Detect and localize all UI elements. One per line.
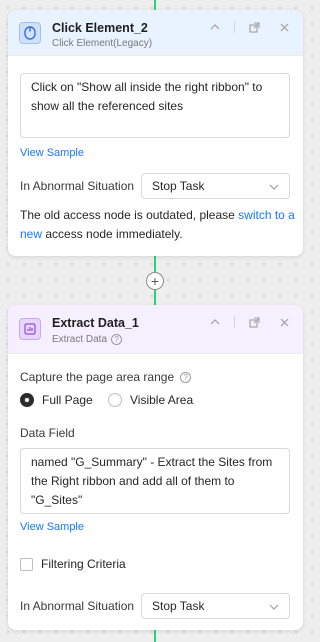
mouse-icon (19, 22, 41, 44)
divider (234, 316, 235, 328)
chevron-down-icon (269, 599, 279, 613)
open-external-icon[interactable] (243, 315, 265, 329)
header-actions (204, 20, 295, 34)
card-header: Extract Data_1 Extract Data ? (8, 305, 303, 354)
help-icon[interactable]: ? (180, 371, 192, 383)
radio-full-page[interactable]: Full Page (20, 393, 93, 407)
close-icon[interactable] (273, 20, 295, 34)
extract-data-card[interactable]: Extract Data_1 Extract Data ? Capture th… (8, 305, 303, 630)
abnormal-situation-label: In Abnormal Situation (20, 179, 135, 193)
header-actions (204, 315, 295, 329)
capture-range-text: Capture the page area range (20, 370, 175, 384)
radio-unselected-icon (108, 393, 122, 407)
node-title: Click Element_2 (52, 21, 148, 35)
abnormal-situation-select[interactable]: Stop Task (141, 593, 290, 619)
divider (234, 21, 235, 33)
click-element-card[interactable]: Click Element_2 Click Element(Legacy) Cl… (8, 10, 303, 256)
filtering-criteria-checkbox[interactable]: Filtering Criteria (20, 557, 126, 571)
abnormal-situation-label: In Abnormal Situation (20, 599, 135, 613)
help-icon[interactable]: ? (111, 334, 123, 345)
data-field-text: named "G_Summary" - Extract the Sites fr… (31, 455, 273, 507)
node-subtitle: Extract Data (52, 334, 108, 345)
data-field-label: Data Field (20, 426, 75, 440)
chart-icon (19, 318, 41, 340)
node-subtitle-row: Extract Data ? (52, 334, 123, 345)
card-header: Click Element_2 Click Element(Legacy) (8, 10, 303, 56)
abnormal-situation-select[interactable]: Stop Task (141, 173, 290, 199)
chevron-down-icon (269, 179, 279, 193)
close-icon[interactable] (273, 315, 295, 329)
chevron-up-icon[interactable] (204, 315, 226, 329)
description-textarea[interactable]: Click on "Show all inside the right ribb… (20, 73, 290, 138)
outdated-node-notice: The old access node is outdated, please … (20, 206, 295, 244)
node-title: Extract Data_1 (52, 316, 139, 330)
connector-top (154, 0, 156, 10)
view-sample-link[interactable]: View Sample (20, 521, 84, 533)
notice-prefix: The old access node is outdated, please (20, 208, 239, 222)
notice-suffix: access node immediately. (42, 227, 183, 241)
filtering-criteria-label: Filtering Criteria (41, 557, 126, 571)
node-subtitle: Click Element(Legacy) (52, 38, 153, 49)
open-external-icon[interactable] (243, 20, 265, 34)
connector-bottom (154, 630, 156, 642)
radio-label: Visible Area (130, 393, 194, 407)
radio-selected-icon (20, 393, 34, 407)
view-sample-link[interactable]: View Sample (20, 147, 84, 159)
checkbox-icon (20, 557, 33, 571)
radio-visible-area[interactable]: Visible Area (108, 393, 193, 407)
data-field-textarea[interactable]: named "G_Summary" - Extract the Sites fr… (20, 448, 290, 514)
abnormal-situation-value: Stop Task (152, 179, 205, 193)
chevron-up-icon[interactable] (204, 20, 226, 34)
add-node-button[interactable]: + (146, 272, 164, 290)
radio-label: Full Page (42, 393, 93, 407)
connector-mid-upper (154, 256, 156, 272)
capture-range-label: Capture the page area range ? (20, 370, 192, 384)
connector-mid-lower (154, 290, 156, 305)
abnormal-situation-value: Stop Task (152, 599, 205, 613)
plus-icon: + (150, 273, 160, 289)
